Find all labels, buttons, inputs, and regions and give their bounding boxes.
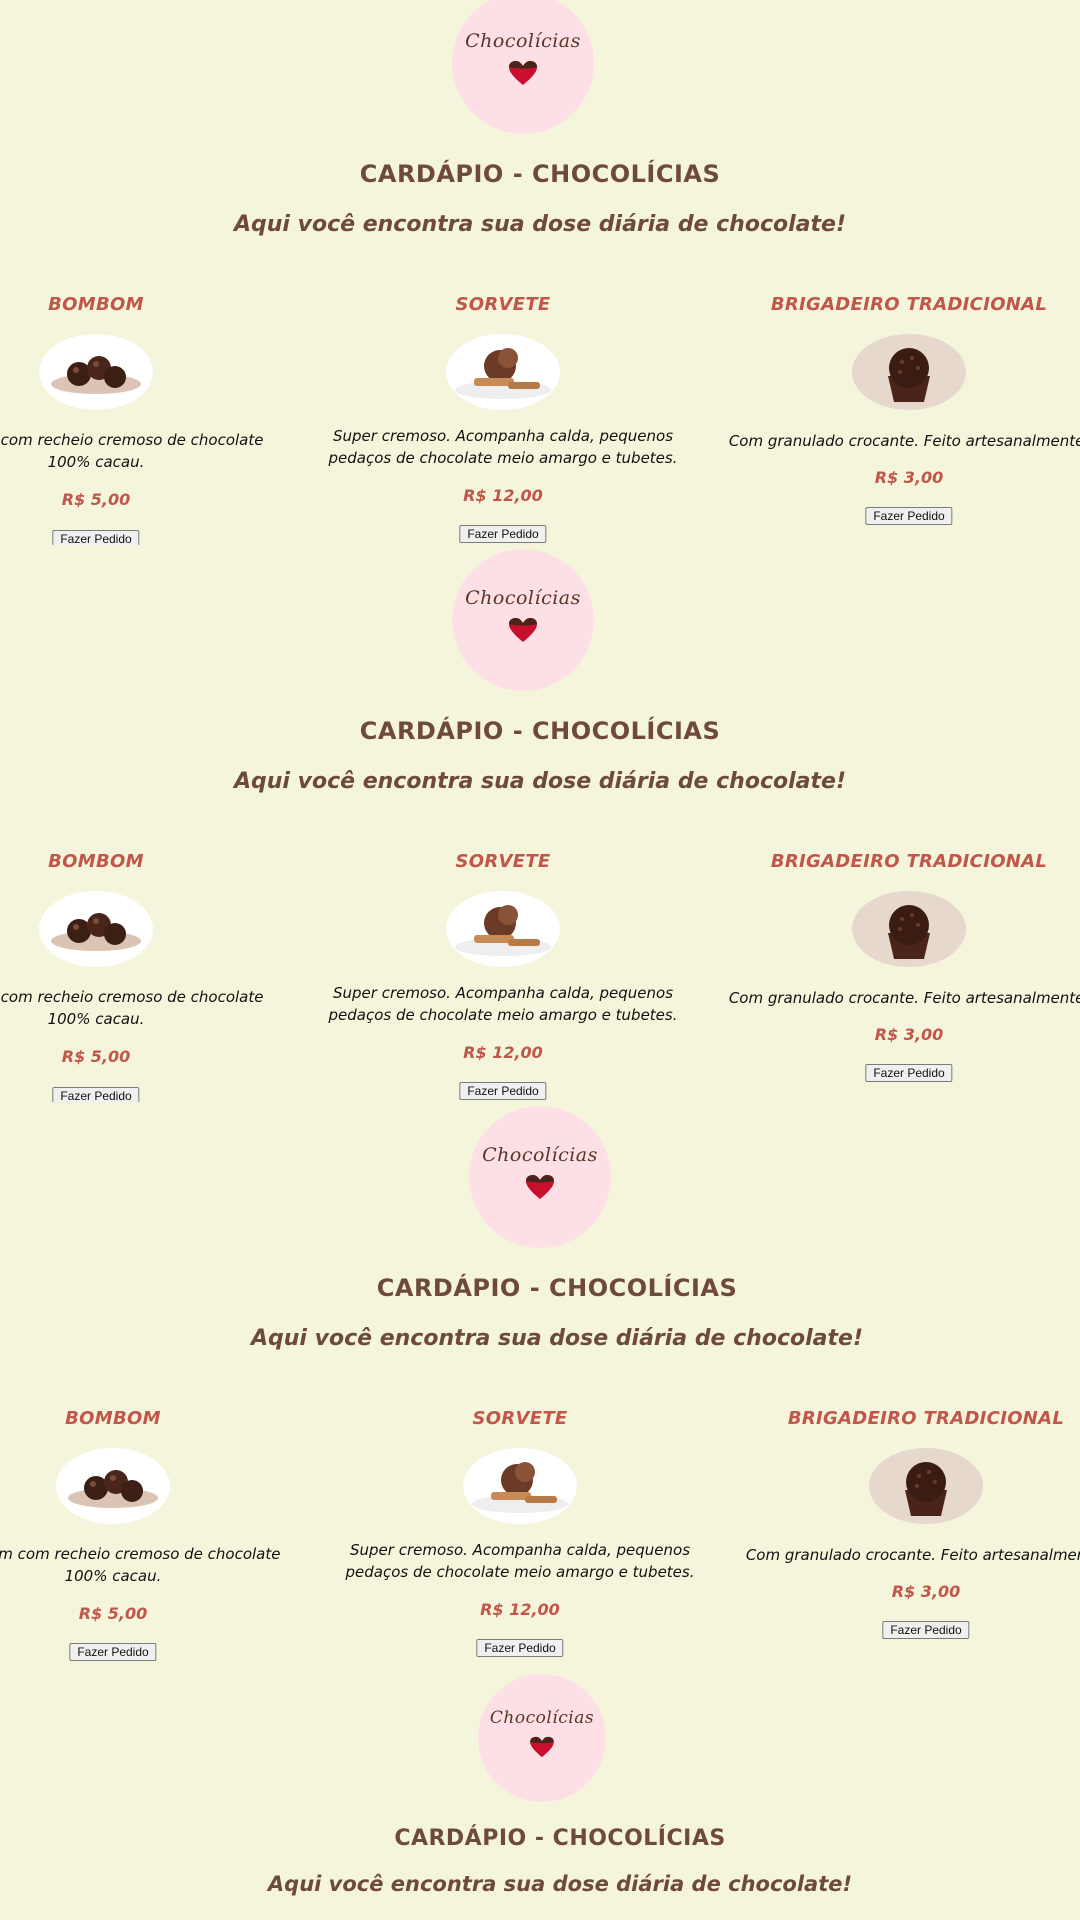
page-subtitle: Aqui você encontra sua dose diária de ch… xyxy=(267,1872,853,1896)
chocolicias-logo: Chocolícias xyxy=(478,1674,606,1802)
product-description: Super cremoso. Acompanha calda, pequenos… xyxy=(328,427,678,467)
product-description: Bombom com recheio cremoso de chocolate … xyxy=(0,1545,281,1585)
product-card-brigadeiro: BRIGADEIRO TRADICIONAL Com granulado cro… xyxy=(714,280,1080,545)
product-price: R$ 12,00 xyxy=(463,1043,543,1062)
product-card-bombom: BOMBOM Bombom com recheio cremoso de cho… xyxy=(0,1394,308,1666)
heart-icon xyxy=(509,61,537,85)
products-row: BOMBOM Bombom com recheio cremoso de cho… xyxy=(0,280,1080,545)
page: Chocolícias CARDÁPIO - CHOCOLÍCIAS Aqui … xyxy=(0,0,1080,1920)
bombom-image xyxy=(56,1448,170,1524)
page-subtitle: Aqui você encontra sua dose diária de ch… xyxy=(251,1326,863,1351)
products-row: BOMBOM Bombom com recheio cremoso de cho… xyxy=(0,1394,1080,1666)
product-name: BRIGADEIRO TRADICIONAL xyxy=(770,851,1048,872)
order-button[interactable]: Fazer Pedido xyxy=(865,1064,953,1082)
heart-icon xyxy=(526,1175,554,1199)
brigadeiro-image xyxy=(852,891,966,967)
order-button[interactable]: Fazer Pedido xyxy=(52,530,140,545)
menu-section-4: Chocolícias CARDÁPIO - CHOCOLÍCIAS Aqui … xyxy=(0,1674,1080,1920)
page-title: CARDÁPIO - CHOCOLÍCIAS xyxy=(359,717,721,745)
logo-text: Chocolícias xyxy=(465,30,581,52)
product-description: Super cremoso. Acompanha calda, pequenos… xyxy=(345,1541,695,1581)
product-card-sorvete: SORVETE Super cremoso. Acompanha calda, … xyxy=(308,280,698,545)
sorvete-image xyxy=(463,1448,577,1524)
product-card-sorvete: SORVETE Super cremoso. Acompanha calda, … xyxy=(308,837,698,1102)
heart-icon xyxy=(530,1736,554,1758)
product-name: BOMBOM xyxy=(48,294,144,315)
sorvete-image xyxy=(446,334,560,410)
product-price: R$ 3,00 xyxy=(874,468,944,487)
products-row: BOMBOM Bombom com recheio cremoso de cho… xyxy=(0,837,1080,1102)
product-name: BOMBOM xyxy=(65,1408,161,1429)
product-card-brigadeiro: BRIGADEIRO TRADICIONAL Com granulado cro… xyxy=(731,1394,1080,1666)
page-subtitle: Aqui você encontra sua dose diária de ch… xyxy=(234,769,846,794)
chocolicias-logo: Chocolícias xyxy=(452,549,594,691)
bombom-image xyxy=(39,891,153,967)
page-subtitle: Aqui você encontra sua dose diária de ch… xyxy=(234,212,846,237)
product-card-bombom: BOMBOM Bombom com recheio cremoso de cho… xyxy=(0,837,291,1102)
order-button[interactable]: Fazer Pedido xyxy=(459,1082,547,1100)
order-button[interactable]: Fazer Pedido xyxy=(476,1639,564,1657)
product-card-brigadeiro: BRIGADEIRO TRADICIONAL Com granulado cro… xyxy=(714,837,1080,1102)
product-description: Com granulado crocante. Feito artesanalm… xyxy=(728,989,1080,1007)
product-name: SORVETE xyxy=(455,294,551,315)
menu-section-1: Chocolícias CARDÁPIO - CHOCOLÍCIAS Aqui … xyxy=(0,0,1080,545)
order-button[interactable]: Fazer Pedido xyxy=(69,1643,157,1661)
order-button[interactable]: Fazer Pedido xyxy=(459,525,547,543)
page-title: CARDÁPIO - CHOCOLÍCIAS xyxy=(376,1274,738,1302)
brigadeiro-image xyxy=(869,1448,983,1524)
product-name: BRIGADEIRO TRADICIONAL xyxy=(787,1408,1065,1429)
logo-text: Chocolícias xyxy=(465,587,581,609)
product-description: Bombom com recheio cremoso de chocolate … xyxy=(0,431,264,471)
heart-icon xyxy=(509,618,537,642)
product-price: R$ 3,00 xyxy=(874,1025,944,1044)
logo-text: Chocolícias xyxy=(482,1144,598,1166)
chocolicias-logo: Chocolícias xyxy=(452,0,594,134)
product-name: BOMBOM xyxy=(48,851,144,872)
product-card-sorvete: SORVETE Super cremoso. Acompanha calda, … xyxy=(325,1394,715,1666)
product-name: SORVETE xyxy=(455,851,551,872)
product-price: R$ 12,00 xyxy=(480,1600,560,1619)
product-price: R$ 5,00 xyxy=(78,1604,148,1623)
product-card-bombom: BOMBOM Bombom com recheio cremoso de cho… xyxy=(0,280,291,545)
product-price: R$ 5,00 xyxy=(61,1047,131,1066)
page-title: CARDÁPIO - CHOCOLÍCIAS xyxy=(359,160,721,188)
order-button[interactable]: Fazer Pedido xyxy=(865,507,953,525)
product-name: SORVETE xyxy=(472,1408,568,1429)
brigadeiro-image xyxy=(852,334,966,410)
product-description: Bombom com recheio cremoso de chocolate … xyxy=(0,988,264,1028)
product-price: R$ 5,00 xyxy=(61,490,131,509)
logo-text: Chocolícias xyxy=(489,1708,595,1728)
menu-section-3: Chocolícias CARDÁPIO - CHOCOLÍCIAS Aqui … xyxy=(0,1106,1080,1674)
product-name: BRIGADEIRO TRADICIONAL xyxy=(770,294,1048,315)
product-price: R$ 12,00 xyxy=(463,486,543,505)
order-button[interactable]: Fazer Pedido xyxy=(882,1621,970,1639)
product-description: Com granulado crocante. Feito artesanalm… xyxy=(728,432,1080,450)
product-price: R$ 3,00 xyxy=(891,1582,961,1601)
menu-section-2: Chocolícias CARDÁPIO - CHOCOLÍCIAS Aqui … xyxy=(0,549,1080,1102)
sorvete-image xyxy=(446,891,560,967)
page-title: CARDÁPIO - CHOCOLÍCIAS xyxy=(394,1826,726,1851)
order-button[interactable]: Fazer Pedido xyxy=(52,1087,140,1102)
product-description: Super cremoso. Acompanha calda, pequenos… xyxy=(328,984,678,1024)
chocolicias-logo: Chocolícias xyxy=(469,1106,611,1248)
bombom-image xyxy=(39,334,153,410)
product-description: Com granulado crocante. Feito artesanalm… xyxy=(745,1546,1080,1564)
